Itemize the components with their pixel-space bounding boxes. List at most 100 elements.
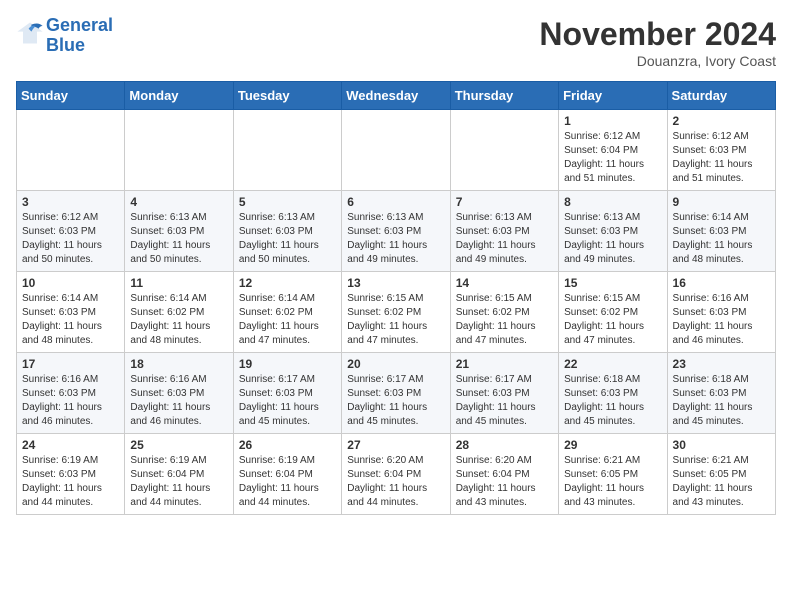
day-number: 8 <box>564 195 661 209</box>
day-info: Sunrise: 6:14 AM Sunset: 6:03 PM Dayligh… <box>673 211 770 267</box>
day-info: Sunrise: 6:15 AM Sunset: 6:02 PM Dayligh… <box>564 292 661 348</box>
day-number: 3 <box>22 195 119 209</box>
day-number: 28 <box>456 438 553 452</box>
calendar-cell: 9 Sunrise: 6:14 AM Sunset: 6:03 PM Daylig… <box>667 191 775 272</box>
day-number: 1 <box>564 114 661 128</box>
day-info: Sunrise: 6:18 AM Sunset: 6:03 PM Dayligh… <box>564 373 661 429</box>
day-info: Sunrise: 6:18 AM Sunset: 6:03 PM Dayligh… <box>673 373 770 429</box>
day-info: Sunrise: 6:19 AM Sunset: 6:03 PM Dayligh… <box>22 454 119 510</box>
page-header: General Blue November 2024 Douanzra, Ivo… <box>16 16 776 69</box>
calendar-cell <box>233 110 341 191</box>
day-info: Sunrise: 6:13 AM Sunset: 6:03 PM Dayligh… <box>239 211 336 267</box>
day-info: Sunrise: 6:14 AM Sunset: 6:02 PM Dayligh… <box>239 292 336 348</box>
calendar-cell: 23 Sunrise: 6:18 AM Sunset: 6:03 PM Dayli… <box>667 353 775 434</box>
logo-text-line2: Blue <box>46 36 113 56</box>
day-info: Sunrise: 6:19 AM Sunset: 6:04 PM Dayligh… <box>239 454 336 510</box>
weekday-header-monday: Monday <box>125 82 233 110</box>
day-number: 2 <box>673 114 770 128</box>
day-number: 24 <box>22 438 119 452</box>
weekday-header-wednesday: Wednesday <box>342 82 450 110</box>
calendar-cell: 25 Sunrise: 6:19 AM Sunset: 6:04 PM Dayli… <box>125 434 233 515</box>
weekday-header-thursday: Thursday <box>450 82 558 110</box>
day-number: 30 <box>673 438 770 452</box>
day-info: Sunrise: 6:17 AM Sunset: 6:03 PM Dayligh… <box>347 373 444 429</box>
calendar-cell <box>17 110 125 191</box>
day-number: 27 <box>347 438 444 452</box>
calendar-header: SundayMondayTuesdayWednesdayThursdayFrid… <box>17 82 776 110</box>
day-info: Sunrise: 6:21 AM Sunset: 6:05 PM Dayligh… <box>673 454 770 510</box>
calendar-table: SundayMondayTuesdayWednesdayThursdayFrid… <box>16 81 776 515</box>
day-info: Sunrise: 6:13 AM Sunset: 6:03 PM Dayligh… <box>347 211 444 267</box>
calendar-cell: 12 Sunrise: 6:14 AM Sunset: 6:02 PM Dayli… <box>233 272 341 353</box>
location: Douanzra, Ivory Coast <box>539 53 776 69</box>
calendar-cell: 6 Sunrise: 6:13 AM Sunset: 6:03 PM Daylig… <box>342 191 450 272</box>
day-number: 20 <box>347 357 444 371</box>
day-number: 6 <box>347 195 444 209</box>
weekday-header-tuesday: Tuesday <box>233 82 341 110</box>
day-number: 23 <box>673 357 770 371</box>
day-number: 21 <box>456 357 553 371</box>
day-number: 9 <box>673 195 770 209</box>
calendar-cell: 4Sunrise: 6:13 AM Sunset: 6:03 PM Daylig… <box>125 191 233 272</box>
day-info: Sunrise: 6:16 AM Sunset: 6:03 PM Dayligh… <box>130 373 227 429</box>
day-info: Sunrise: 6:13 AM Sunset: 6:03 PM Dayligh… <box>564 211 661 267</box>
day-number: 25 <box>130 438 227 452</box>
day-number: 4 <box>130 195 227 209</box>
calendar-cell: 2 Sunrise: 6:12 AM Sunset: 6:03 PM Daylig… <box>667 110 775 191</box>
month-title: November 2024 <box>539 16 776 53</box>
day-number: 13 <box>347 276 444 290</box>
day-info: Sunrise: 6:15 AM Sunset: 6:02 PM Dayligh… <box>347 292 444 348</box>
day-number: 22 <box>564 357 661 371</box>
calendar-cell: 7Sunrise: 6:13 AM Sunset: 6:03 PM Daylig… <box>450 191 558 272</box>
day-info: Sunrise: 6:16 AM Sunset: 6:03 PM Dayligh… <box>673 292 770 348</box>
calendar-body: 1Sunrise: 6:12 AM Sunset: 6:04 PM Daylig… <box>17 110 776 515</box>
calendar-cell: 21 Sunrise: 6:17 AM Sunset: 6:03 PM Dayli… <box>450 353 558 434</box>
calendar-cell <box>125 110 233 191</box>
calendar-week-row: 10 Sunrise: 6:14 AM Sunset: 6:03 PM Dayli… <box>17 272 776 353</box>
calendar-cell: 26 Sunrise: 6:19 AM Sunset: 6:04 PM Dayli… <box>233 434 341 515</box>
day-number: 5 <box>239 195 336 209</box>
day-number: 26 <box>239 438 336 452</box>
calendar-cell: 28 Sunrise: 6:20 AM Sunset: 6:04 PM Dayli… <box>450 434 558 515</box>
day-number: 29 <box>564 438 661 452</box>
day-info: Sunrise: 6:17 AM Sunset: 6:03 PM Dayligh… <box>456 373 553 429</box>
weekday-header-friday: Friday <box>559 82 667 110</box>
day-number: 15 <box>564 276 661 290</box>
calendar-week-row: 3 Sunrise: 6:12 AM Sunset: 6:03 PM Daylig… <box>17 191 776 272</box>
day-info: Sunrise: 6:14 AM Sunset: 6:02 PM Dayligh… <box>130 292 227 348</box>
day-number: 12 <box>239 276 336 290</box>
calendar-cell: 1Sunrise: 6:12 AM Sunset: 6:04 PM Daylig… <box>559 110 667 191</box>
logo-icon <box>16 19 44 47</box>
calendar-cell <box>342 110 450 191</box>
day-info: Sunrise: 6:12 AM Sunset: 6:03 PM Dayligh… <box>673 130 770 186</box>
day-number: 16 <box>673 276 770 290</box>
weekday-header-row: SundayMondayTuesdayWednesdayThursdayFrid… <box>17 82 776 110</box>
calendar-cell: 13 Sunrise: 6:15 AM Sunset: 6:02 PM Dayli… <box>342 272 450 353</box>
calendar-cell: 5 Sunrise: 6:13 AM Sunset: 6:03 PM Daylig… <box>233 191 341 272</box>
logo-text-line1: General <box>46 16 113 36</box>
calendar-cell: 11 Sunrise: 6:14 AM Sunset: 6:02 PM Dayli… <box>125 272 233 353</box>
day-info: Sunrise: 6:19 AM Sunset: 6:04 PM Dayligh… <box>130 454 227 510</box>
calendar-cell: 8 Sunrise: 6:13 AM Sunset: 6:03 PM Daylig… <box>559 191 667 272</box>
day-number: 19 <box>239 357 336 371</box>
calendar-cell: 27 Sunrise: 6:20 AM Sunset: 6:04 PM Dayli… <box>342 434 450 515</box>
calendar-cell: 20 Sunrise: 6:17 AM Sunset: 6:03 PM Dayli… <box>342 353 450 434</box>
calendar-cell <box>450 110 558 191</box>
day-number: 14 <box>456 276 553 290</box>
day-number: 11 <box>130 276 227 290</box>
calendar-cell: 14 Sunrise: 6:15 AM Sunset: 6:02 PM Dayli… <box>450 272 558 353</box>
day-number: 18 <box>130 357 227 371</box>
day-info: Sunrise: 6:20 AM Sunset: 6:04 PM Dayligh… <box>347 454 444 510</box>
calendar-cell: 10 Sunrise: 6:14 AM Sunset: 6:03 PM Dayli… <box>17 272 125 353</box>
day-info: Sunrise: 6:21 AM Sunset: 6:05 PM Dayligh… <box>564 454 661 510</box>
weekday-header-saturday: Saturday <box>667 82 775 110</box>
day-info: Sunrise: 6:14 AM Sunset: 6:03 PM Dayligh… <box>22 292 119 348</box>
day-info: Sunrise: 6:12 AM Sunset: 6:03 PM Dayligh… <box>22 211 119 267</box>
day-number: 10 <box>22 276 119 290</box>
calendar-cell: 19Sunrise: 6:17 AM Sunset: 6:03 PM Dayli… <box>233 353 341 434</box>
day-info: Sunrise: 6:20 AM Sunset: 6:04 PM Dayligh… <box>456 454 553 510</box>
day-number: 17 <box>22 357 119 371</box>
day-info: Sunrise: 6:15 AM Sunset: 6:02 PM Dayligh… <box>456 292 553 348</box>
logo: General Blue <box>16 16 113 56</box>
weekday-header-sunday: Sunday <box>17 82 125 110</box>
